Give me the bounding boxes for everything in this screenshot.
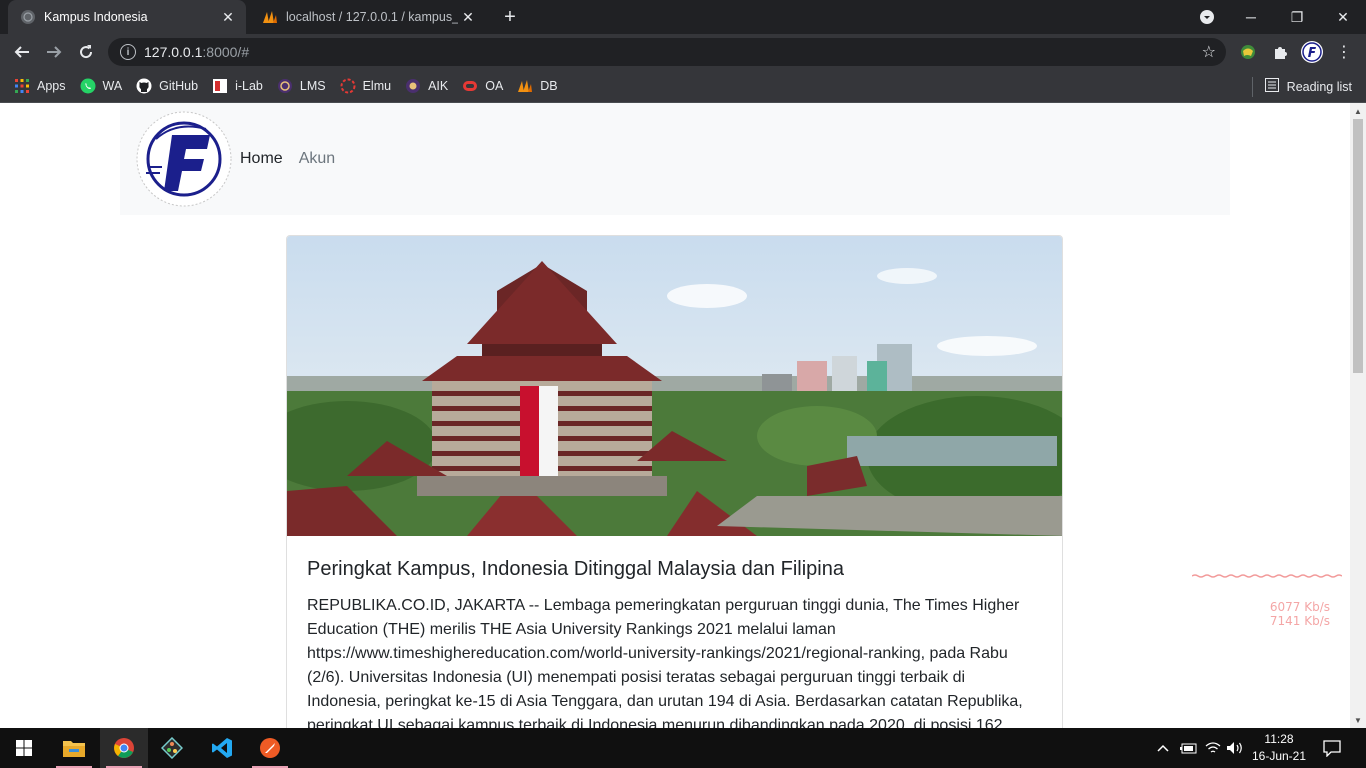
menu-kebab-icon[interactable]: ⋮ — [1332, 40, 1356, 64]
bookmark-label: GitHub — [159, 79, 199, 93]
back-icon[interactable] — [8, 38, 36, 66]
tab-title: localhost / 127.0.0.1 / kampus_in — [286, 10, 458, 24]
minimize-icon[interactable]: ─ — [1228, 0, 1274, 34]
reading-list-button[interactable]: Reading list — [1251, 70, 1352, 103]
battery-icon[interactable] — [1180, 728, 1198, 768]
forward-icon[interactable] — [40, 38, 68, 66]
globe-icon — [20, 9, 36, 25]
phpmyadmin-icon — [517, 78, 533, 94]
bookmark-lms[interactable]: LMS — [277, 72, 326, 100]
volume-icon[interactable] — [1226, 728, 1244, 768]
bookmark-github[interactable]: GitHub — [136, 72, 198, 100]
bookmark-star-icon[interactable]: ☆ — [1202, 42, 1216, 62]
maximize-icon[interactable]: ❐ — [1274, 0, 1320, 34]
nav-home[interactable]: Home — [240, 150, 283, 168]
oracle-icon — [462, 78, 478, 94]
wifi-icon[interactable] — [1204, 728, 1222, 768]
bookmark-label: Elmu — [362, 79, 392, 93]
download-rate: 7141 Kb/s — [1269, 614, 1330, 628]
bookmark-elmu[interactable]: Elmu — [340, 72, 391, 100]
elmu-icon — [340, 78, 356, 94]
url-host: 127.0.0.1 — [144, 44, 203, 60]
notification-icon[interactable] — [1322, 728, 1342, 768]
scroll-down-icon[interactable]: ▼ — [1350, 712, 1366, 728]
nav-akun[interactable]: Akun — [299, 150, 335, 168]
file-explorer-icon[interactable] — [50, 728, 98, 768]
ilab-icon — [212, 78, 228, 94]
aik-icon — [405, 78, 421, 94]
reading-list-icon — [1264, 78, 1279, 95]
upload-rate: 6077 Kb/s — [1269, 600, 1330, 614]
article-image — [287, 236, 1062, 536]
article-body: Peringkat Kampus, Indonesia Ditinggal Ma… — [287, 536, 1062, 728]
close-window-icon[interactable]: ✕ — [1320, 0, 1366, 34]
site-logo[interactable] — [136, 111, 232, 207]
browser-toolbar: i 127.0.0.1:8000/# ☆ ⋮ — [0, 34, 1366, 70]
windows-start-icon[interactable] — [0, 728, 48, 768]
postman-icon[interactable] — [246, 728, 294, 768]
tab-search-icon[interactable] — [1184, 0, 1230, 34]
profile-avatar[interactable] — [1300, 40, 1324, 64]
tab-phpmyadmin[interactable]: localhost / 127.0.0.1 / kampus_in ✕ — [250, 0, 486, 34]
bookmark-label: i-Lab — [235, 79, 263, 93]
clock-date: 16-Jun-21 — [1251, 749, 1307, 763]
vscode-icon[interactable] — [198, 728, 246, 768]
extension-globe-icon[interactable] — [1236, 40, 1260, 64]
show-hidden-icons[interactable] — [1156, 728, 1170, 768]
article-title: Peringkat Kampus, Indonesia Ditinggal Ma… — [307, 558, 844, 580]
bookmark-ilab[interactable]: i-Lab — [212, 72, 263, 100]
close-tab-icon[interactable]: ✕ — [218, 7, 238, 27]
reading-list-label: Reading list — [1286, 79, 1352, 94]
github-icon — [136, 78, 152, 94]
address-bar[interactable]: i 127.0.0.1:8000/# ☆ — [108, 38, 1226, 66]
system-clock[interactable]: 11:28 16-Jun-21 — [1244, 731, 1314, 765]
url-path: :8000/# — [202, 44, 250, 60]
git-kraken-icon[interactable] — [148, 728, 196, 768]
tab-kampus-indonesia[interactable]: Kampus Indonesia ✕ — [8, 0, 246, 34]
site-navbar: Home Akun — [120, 103, 1230, 215]
extensions-puzzle-icon[interactable] — [1268, 40, 1292, 64]
whatsapp-icon — [80, 78, 96, 94]
bookmark-db[interactable]: DB — [517, 72, 558, 100]
new-tab-icon[interactable]: + — [498, 5, 522, 29]
clock-time: 11:28 — [1264, 732, 1294, 746]
phpmyadmin-icon — [262, 9, 278, 25]
chrome-icon[interactable] — [100, 728, 148, 768]
bookmark-label: LMS — [299, 79, 326, 93]
apps-grid-icon — [14, 78, 30, 94]
close-tab-icon[interactable]: ✕ — [458, 7, 478, 27]
site-info-icon[interactable]: i — [120, 44, 136, 60]
bookmark-apps[interactable]: Apps — [14, 72, 66, 100]
scroll-up-icon[interactable]: ▲ — [1350, 103, 1366, 119]
lms-icon — [277, 78, 293, 94]
bookmark-label: Apps — [37, 79, 66, 93]
network-monitor: 6077 Kb/s 7141 Kb/s — [1191, 566, 1343, 628]
bookmark-wa[interactable]: WA — [80, 72, 123, 100]
bookmark-oa[interactable]: OA — [462, 72, 503, 100]
bookmark-label: DB — [540, 79, 558, 93]
article-text: REPUBLIKA.CO.ID, JAKARTA -- Lembaga peme… — [307, 597, 1023, 728]
tab-strip: Kampus Indonesia ✕ localhost / 127.0.0.1… — [0, 0, 1366, 34]
divider — [1251, 76, 1253, 97]
url-text: 127.0.0.1:8000/# — [144, 44, 1202, 60]
taskbar: 11:28 16-Jun-21 — [0, 728, 1366, 768]
bookmark-label: WA — [102, 79, 123, 93]
bookmark-label: AIK — [428, 79, 449, 93]
article-card: Peringkat Kampus, Indonesia Ditinggal Ma… — [286, 235, 1063, 728]
bookmark-aik[interactable]: AIK — [405, 72, 448, 100]
bookmark-label: OA — [485, 79, 504, 93]
page-scrollbar[interactable]: ▲ ▼ — [1350, 103, 1366, 728]
tab-title: Kampus Indonesia — [44, 10, 148, 24]
page-viewport: Home Akun Peringkat Kampus, Indonesia Di… — [0, 103, 1350, 728]
bookmarks-bar: Apps WA GitHub i-Lab LMS Elmu AIK OA DB … — [0, 70, 1366, 103]
network-wave — [1191, 574, 1343, 578]
reload-icon[interactable] — [72, 38, 100, 66]
scrollbar-thumb[interactable] — [1353, 119, 1363, 373]
